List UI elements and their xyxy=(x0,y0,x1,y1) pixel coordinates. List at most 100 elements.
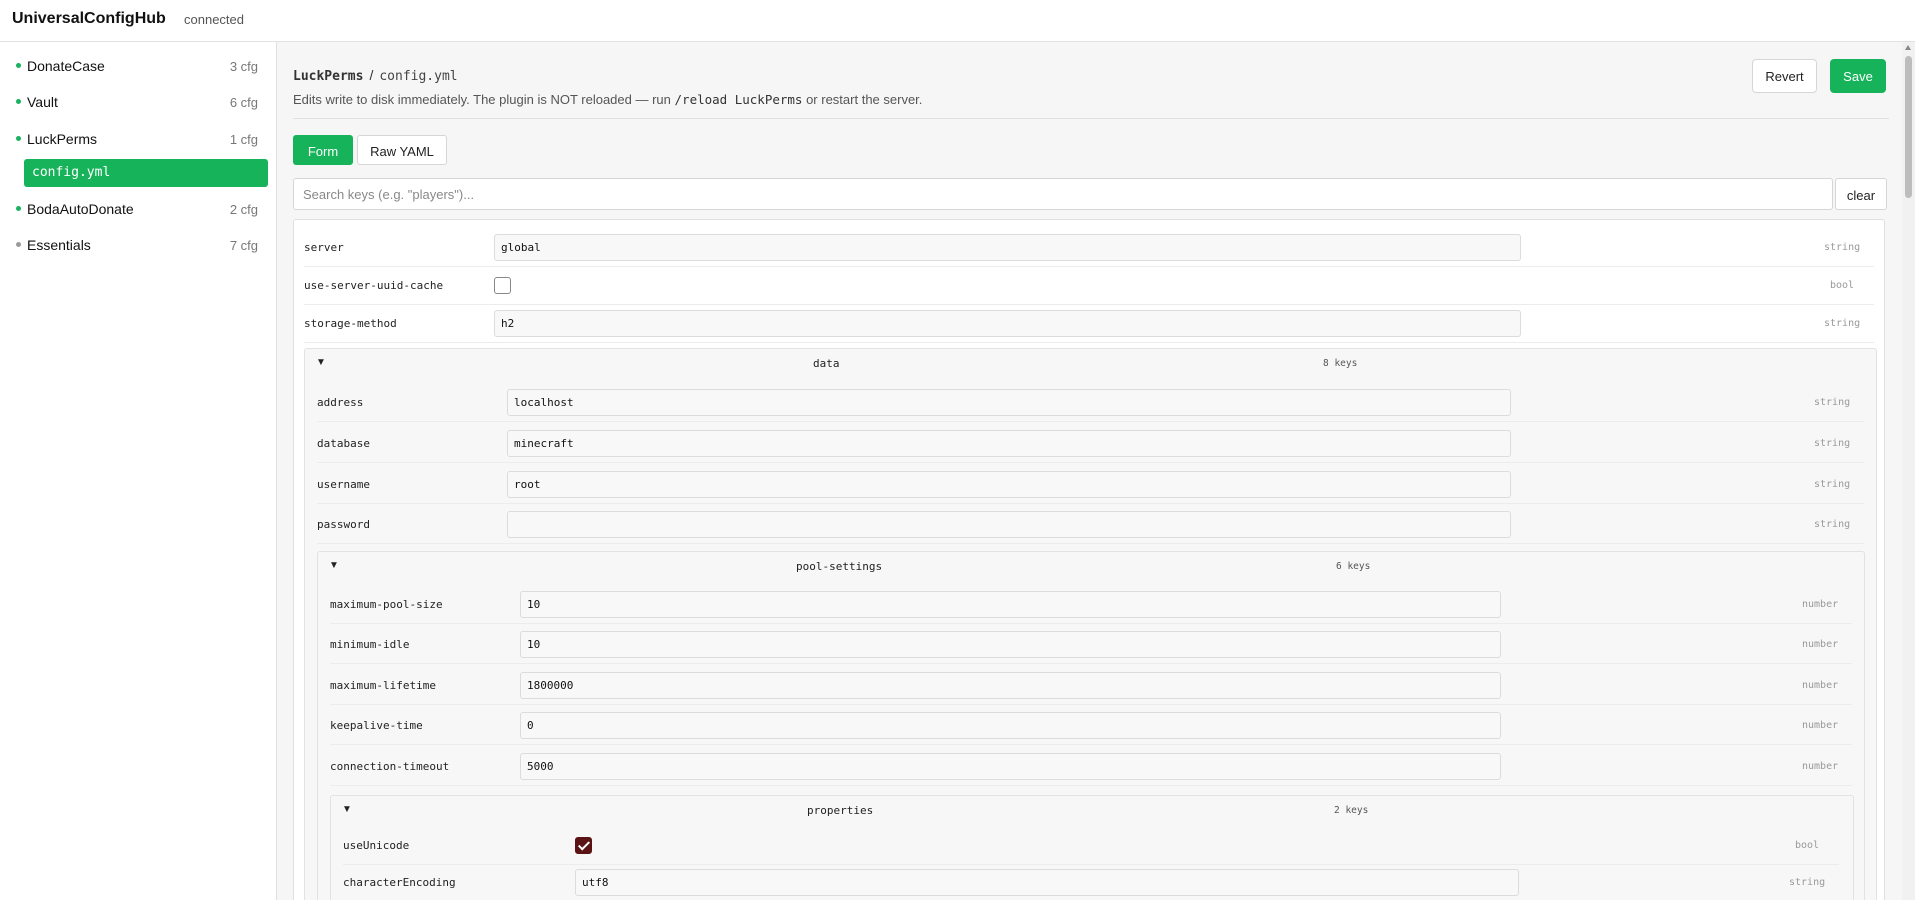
tab-form[interactable]: Form xyxy=(293,135,353,165)
description-text: Edits write to disk immediately. The plu… xyxy=(293,92,671,107)
field-type: number xyxy=(1802,639,1839,650)
field-type: string xyxy=(1814,438,1851,449)
scrollbar-thumb[interactable] xyxy=(1905,56,1912,198)
field-value-input[interactable] xyxy=(507,389,1511,416)
save-label: Save xyxy=(1843,69,1873,84)
tab-form-label: Form xyxy=(307,144,339,159)
collapse-triangle-icon[interactable]: ▼ xyxy=(329,560,339,571)
field-key: maximum-lifetime xyxy=(330,679,436,692)
field-value-input[interactable] xyxy=(507,471,1511,498)
field-value-input[interactable] xyxy=(520,672,1501,699)
scrollbar[interactable] xyxy=(1902,42,1915,900)
clear-label: clear xyxy=(1846,188,1876,203)
field-value-input[interactable] xyxy=(494,234,1521,261)
field-row-storage-method: storage-method string xyxy=(304,304,1874,343)
field-row-connection-timeout: connection-timeout number xyxy=(330,747,1852,786)
field-row-keepalive-time: keepalive-time number xyxy=(330,706,1852,745)
field-value-input[interactable] xyxy=(494,310,1521,337)
clear-search-button[interactable]: clear xyxy=(1835,178,1887,210)
group-key-count: 6 keys xyxy=(1336,561,1371,572)
field-key: address xyxy=(317,396,364,409)
field-type: string xyxy=(1814,397,1851,408)
breadcrumb-file: config.yml xyxy=(379,69,458,84)
field-type: number xyxy=(1802,761,1839,772)
status-dot-icon xyxy=(16,99,21,104)
field-key: database xyxy=(317,437,370,450)
sidebar-file-config-yml[interactable]: config.yml xyxy=(24,159,268,187)
sidebar-item-bodaautodonate[interactable]: BodaAutoDonate 2 cfg xyxy=(12,197,262,221)
field-type: bool xyxy=(1830,280,1855,291)
field-checkbox[interactable] xyxy=(494,277,511,294)
field-row-characterencoding: characterEncoding string xyxy=(343,863,1839,900)
tab-raw-yaml-label: Raw YAML xyxy=(370,144,434,159)
password-field[interactable] xyxy=(507,511,1511,538)
sidebar-item-donatecase[interactable]: DonateCase 3 cfg xyxy=(12,54,262,78)
field-row-useunicode: useUnicode bool xyxy=(343,826,1839,865)
status-dot-icon xyxy=(16,242,21,247)
app-title: UniversalConfigHub xyxy=(12,10,166,27)
sidebar-item-vault[interactable]: Vault 6 cfg xyxy=(12,90,262,114)
breadcrumb-plugin: LuckPerms xyxy=(293,69,364,84)
field-type: bool xyxy=(1795,840,1820,851)
save-button[interactable]: Save xyxy=(1830,59,1886,93)
status-dot-icon xyxy=(16,206,21,211)
field-row-maximum-lifetime: maximum-lifetime number xyxy=(330,666,1852,705)
field-value-input[interactable] xyxy=(575,869,1519,896)
tab-raw-yaml[interactable]: Raw YAML xyxy=(357,135,447,165)
sidebar-item-label: Essentials xyxy=(27,237,91,253)
divider xyxy=(293,118,1889,119)
breadcrumb: LuckPerms / config.yml xyxy=(293,67,458,84)
config-form: server string use-server-uuid-cache bool… xyxy=(293,219,1885,900)
field-type: number xyxy=(1802,599,1839,610)
group-data: ▼ data 8 keys address string database st… xyxy=(304,348,1877,900)
revert-label: Revert xyxy=(1765,69,1804,84)
sidebar-item-count: 6 cfg xyxy=(229,95,258,110)
group-header[interactable]: ▼ data 8 keys xyxy=(305,349,1876,377)
field-value-input[interactable] xyxy=(520,753,1501,780)
top-bar: UniversalConfigHub connected xyxy=(0,0,1915,42)
main-panel: LuckPerms / config.yml Edits write to disk… xyxy=(277,42,1902,900)
group-key-count: 2 keys xyxy=(1334,805,1369,816)
group-header[interactable]: ▼ pool-settings 6 keys xyxy=(318,552,1864,580)
field-row-minimum-idle: minimum-idle number xyxy=(330,625,1852,664)
sidebar-item-label: Vault xyxy=(27,94,58,110)
field-key: server xyxy=(304,241,344,254)
group-header[interactable]: ▼ properties 2 keys xyxy=(331,796,1853,824)
sidebar-item-count: 1 cfg xyxy=(229,132,258,147)
collapse-triangle-icon[interactable]: ▼ xyxy=(316,357,326,368)
field-key: keepalive-time xyxy=(330,719,423,732)
sidebar-item-label: LuckPerms xyxy=(27,131,98,147)
group-name: properties xyxy=(807,804,874,817)
field-value-input[interactable] xyxy=(520,591,1501,618)
sidebar-item-count: 7 cfg xyxy=(229,238,258,253)
page-description: Edits write to disk immediately. The plu… xyxy=(293,92,922,107)
status-dot-icon xyxy=(16,136,21,141)
field-value-input[interactable] xyxy=(520,712,1501,739)
breadcrumb-separator: / xyxy=(369,67,374,83)
field-key: minimum-idle xyxy=(330,638,410,651)
field-key: storage-method xyxy=(304,317,397,330)
field-type: number xyxy=(1802,680,1839,691)
group-key-count: 8 keys xyxy=(1323,358,1358,369)
field-checkbox[interactable] xyxy=(575,837,592,854)
search-input[interactable] xyxy=(293,178,1833,210)
field-type: string xyxy=(1789,877,1826,888)
scroll-up-arrow-icon[interactable] xyxy=(1905,45,1911,50)
field-type: string xyxy=(1824,242,1861,253)
group-name: data xyxy=(813,357,840,370)
revert-button[interactable]: Revert xyxy=(1752,59,1817,93)
field-row-maximum-pool-size: maximum-pool-size number xyxy=(330,585,1852,624)
sidebar-file-label: config.yml xyxy=(32,165,111,180)
field-row-address: address string xyxy=(317,383,1864,422)
group-pool-settings: ▼ pool-settings 6 keys maximum-pool-size… xyxy=(317,551,1865,900)
field-value-input[interactable] xyxy=(507,430,1511,457)
field-key: maximum-pool-size xyxy=(330,598,443,611)
sidebar-item-essentials[interactable]: Essentials 7 cfg xyxy=(12,233,262,257)
group-name: pool-settings xyxy=(796,560,883,573)
group-properties: ▼ properties 2 keys useUnicode bool char… xyxy=(330,795,1854,900)
sidebar-item-label: DonateCase xyxy=(27,58,105,74)
sidebar-item-luckperms[interactable]: LuckPerms 1 cfg xyxy=(12,127,262,151)
field-type: string xyxy=(1814,479,1851,490)
field-value-input[interactable] xyxy=(520,631,1501,658)
collapse-triangle-icon[interactable]: ▼ xyxy=(342,804,352,815)
